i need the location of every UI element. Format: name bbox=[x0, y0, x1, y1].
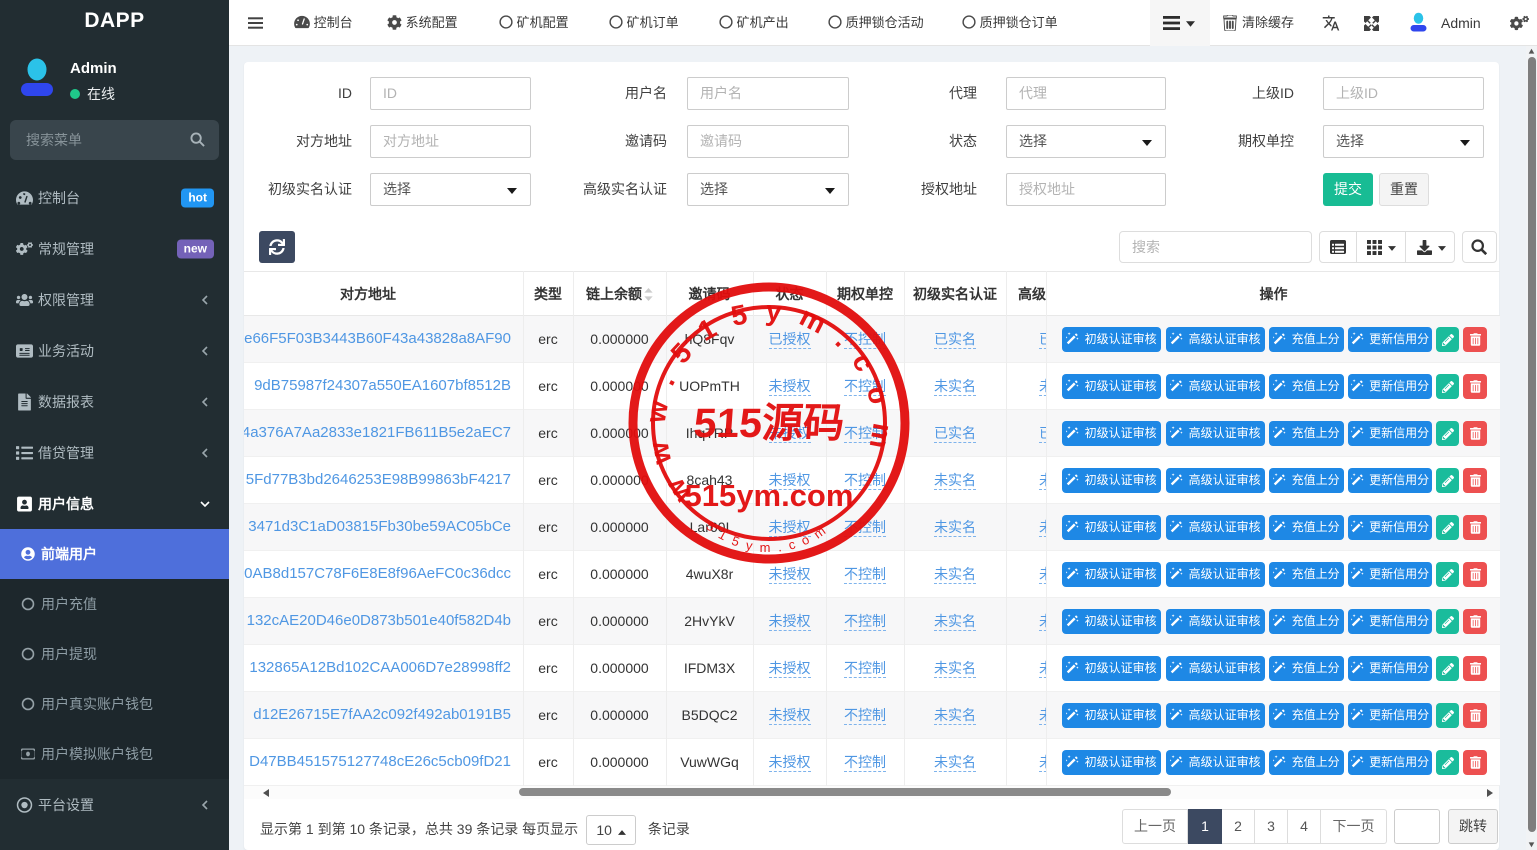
svg-text:515源码: 515源码 bbox=[692, 400, 846, 446]
svg-text:515ym.com: 515ym.com bbox=[685, 478, 854, 513]
